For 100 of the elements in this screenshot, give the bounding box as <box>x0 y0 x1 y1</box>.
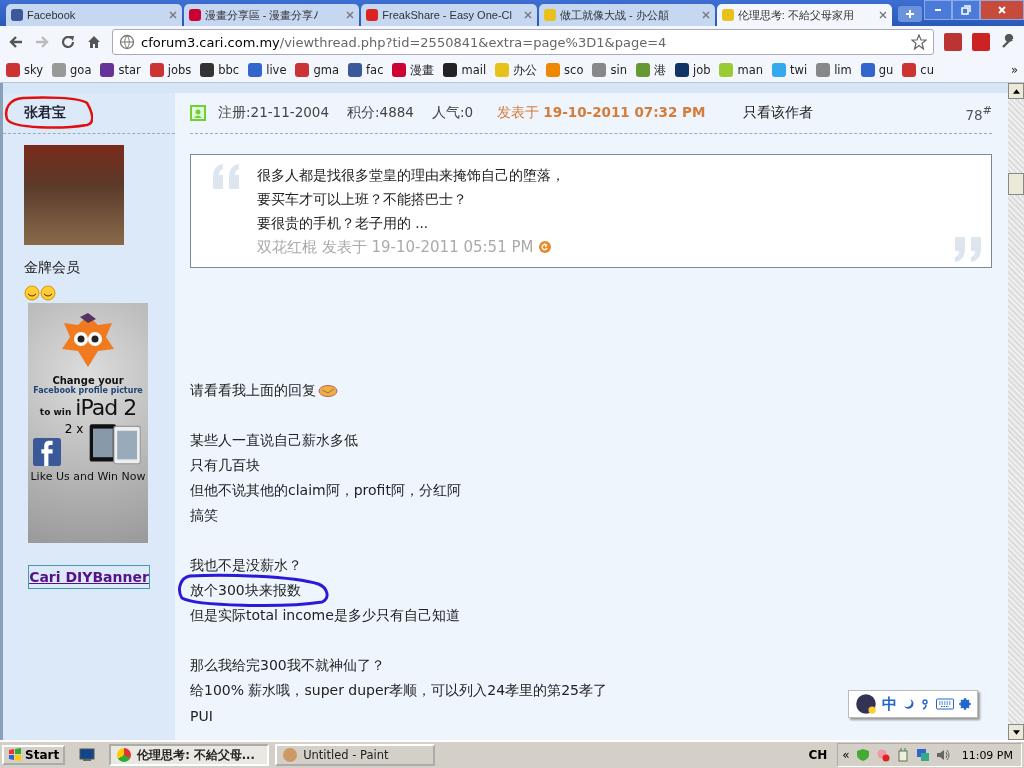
settings-icon[interactable] <box>959 698 971 710</box>
bookmark[interactable]: goa <box>52 63 92 77</box>
bookmark[interactable]: 漫畫 <box>392 62 435 78</box>
address-bar[interactable]: cforum3.cari.com.my/viewthread.php?tid=2550841&extra=page%3D1&page=4 <box>112 29 934 55</box>
star-icon[interactable] <box>911 34 927 50</box>
post-text: 但是实际total income是多少只有自己知道 <box>190 606 460 625</box>
browser-tab[interactable]: 伦理思考: 不給父母家用 <box>716 4 893 26</box>
down-arrow-icon[interactable] <box>1012 729 1020 735</box>
show-desktop-icon[interactable] <box>79 748 96 762</box>
ad-text: 2 x <box>64 422 84 436</box>
restore-button[interactable] <box>952 0 981 20</box>
bookmark[interactable]: bbc <box>200 63 240 77</box>
ad-text: Like Us and Win Now <box>30 470 146 483</box>
bookmark[interactable]: mail <box>443 63 487 77</box>
post-text: 只有几百块 <box>190 456 260 475</box>
bookmark[interactable]: gma <box>295 63 340 77</box>
bookmark[interactable]: live <box>248 63 287 77</box>
arrow-icon[interactable] <box>539 241 552 253</box>
clock: 11:09 PM <box>961 748 1013 762</box>
post-text: 那么我给完300我不就神仙了？ <box>190 656 385 675</box>
scrollbar[interactable] <box>1008 83 1024 740</box>
keyboard-icon[interactable] <box>936 698 954 710</box>
restore-icon <box>961 5 972 15</box>
close-icon <box>997 5 1008 15</box>
registration-date: 注册:21-11-2004 <box>218 104 329 122</box>
post-text: 但他不说其他的claim阿，profit阿，分红阿 <box>190 481 461 500</box>
tablet-drawing <box>87 422 144 466</box>
quote-text: 要买车才可以上班？不能搭巴士？ <box>257 190 468 209</box>
language-indicator[interactable]: CH <box>808 748 828 762</box>
bookmark[interactable]: sin <box>592 63 627 77</box>
popularity-count: 人气:0 <box>431 104 474 122</box>
close-icon[interactable] <box>524 11 532 19</box>
bookmark[interactable]: star <box>100 63 141 77</box>
punctuation-icon[interactable] <box>919 698 931 710</box>
member-rank: 金牌会员 <box>24 259 81 277</box>
start-button[interactable]: Start <box>2 745 66 765</box>
post-text: 给100% 薪水哦，super duper孝顺，可以列入24孝里的第25孝了 <box>190 681 607 700</box>
facebook-icon <box>32 438 61 466</box>
bookmark[interactable]: cu <box>902 63 934 77</box>
favicon-icon <box>188 9 201 21</box>
close-icon[interactable] <box>701 11 710 19</box>
close-icon[interactable] <box>168 11 177 19</box>
post-text: 某些人一直说自己薪水多低 <box>190 431 358 450</box>
smiley-icon <box>24 285 56 301</box>
moon-icon[interactable] <box>902 698 914 710</box>
browser-tab[interactable]: Facebook <box>6 4 182 26</box>
bookmark[interactable]: man <box>719 63 763 77</box>
globe-icon <box>119 34 135 50</box>
network-icon[interactable] <box>915 748 930 762</box>
quote-text: 很多人都是找很多堂皇的理由来掩饰自己的堕落， <box>257 166 565 185</box>
bookmark[interactable]: 办公 <box>495 62 538 78</box>
bookmark[interactable]: job <box>674 63 711 77</box>
points-count: 积分:4884 <box>347 104 414 122</box>
ad-text: to win <box>39 407 72 417</box>
post-text: 放个300块来报数 <box>190 581 301 600</box>
more-bookmarks-button[interactable]: » <box>1010 63 1018 77</box>
favicon-icon <box>544 9 556 21</box>
bookmark[interactable]: jobs <box>149 63 192 77</box>
quote-text: 要很贵的手机？老子用的 ... <box>257 214 430 233</box>
new-tab-button[interactable] <box>898 6 923 22</box>
back-icon[interactable] <box>8 34 24 50</box>
browser-tab[interactable]: 漫畫分享區 - 漫畫分享ﾉ <box>183 4 360 26</box>
browser-tab[interactable]: 做工就像大战 - 办公顛 <box>539 4 715 26</box>
ad-text: Change your <box>52 375 124 386</box>
banner-link[interactable]: Cari DIYBanner <box>28 565 150 589</box>
bookmark[interactable]: sco <box>546 63 584 77</box>
input-method-toolbar[interactable]: 中 <box>848 690 978 718</box>
bookmark[interactable]: lim <box>816 63 852 77</box>
up-arrow-icon[interactable] <box>1012 88 1020 94</box>
close-icon[interactable] <box>879 11 888 19</box>
browser-tab[interactable]: FreakShare - Easy One-Cl <box>361 4 537 26</box>
bookmark[interactable]: 港 <box>635 62 666 78</box>
taskbar-button[interactable]: 伦理思考: 不給父母... <box>109 744 270 766</box>
ad-text: Facebook profile picture <box>33 386 143 395</box>
quote-mark-icon <box>953 237 983 263</box>
close-button[interactable] <box>980 0 1024 20</box>
home-icon[interactable] <box>86 34 102 50</box>
ime-logo-icon <box>855 693 877 715</box>
post-text: 搞笑 <box>190 506 218 525</box>
scrollbar-thumb[interactable] <box>1008 173 1024 195</box>
reload-icon[interactable] <box>60 34 76 50</box>
quote-mark-icon <box>211 163 241 189</box>
tray-expand-button[interactable]: « <box>842 748 850 762</box>
taskbar-button[interactable]: Untitled - Paint <box>275 744 436 766</box>
post-text: 请看看我上面的回复 <box>190 381 316 400</box>
bookmark[interactable]: sky <box>6 63 44 77</box>
bookmark[interactable]: twi <box>772 63 808 77</box>
bookmark[interactable]: fac <box>348 63 384 77</box>
favicon-icon <box>721 9 734 21</box>
shield-icon[interactable] <box>855 748 870 762</box>
speaker-icon[interactable] <box>935 748 950 762</box>
bookmark[interactable]: gu <box>860 63 894 77</box>
ime-mode: 中 <box>882 694 897 714</box>
banner-ad[interactable]: Change your Facebook profile picture to win iPad 2 2 x Like Us and Win Now <box>28 303 148 543</box>
quote-byline: 双花红棍 发表于 19-10-2011 05:51 PM <box>257 237 534 258</box>
favicon-icon <box>11 9 23 21</box>
author-only-link[interactable]: 只看该作者 <box>743 104 814 122</box>
minimize-icon <box>935 9 942 11</box>
close-icon[interactable] <box>346 11 355 19</box>
minimize-button[interactable] <box>924 0 953 20</box>
